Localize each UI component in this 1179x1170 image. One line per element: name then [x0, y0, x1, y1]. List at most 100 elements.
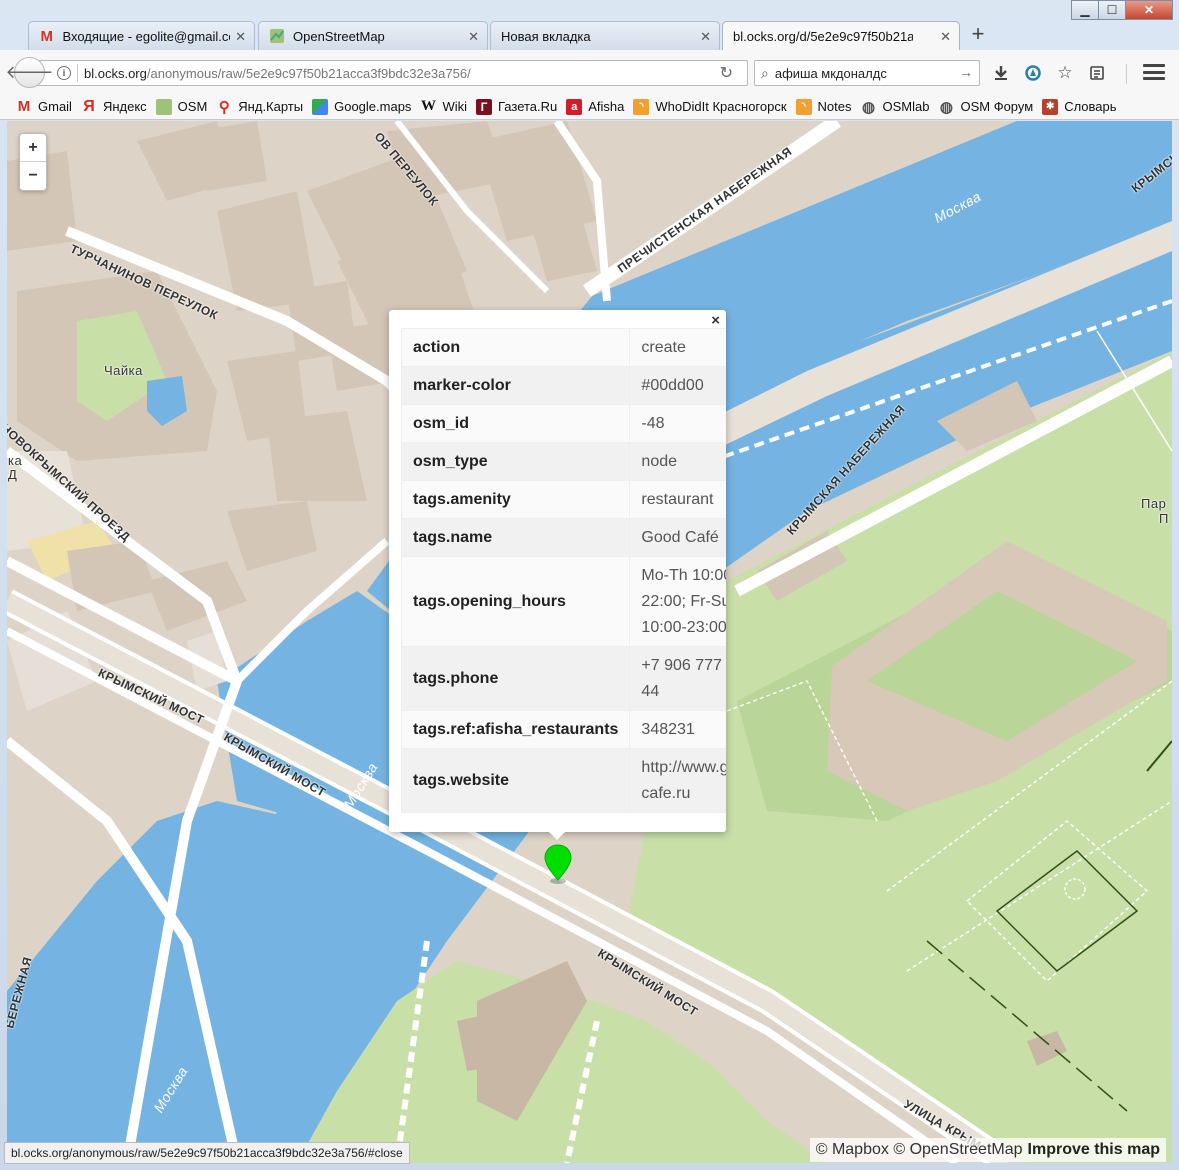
table-row: osm_type node [400, 442, 726, 481]
close-window-button[interactable]: ✕ [1125, 0, 1173, 20]
download-icon[interactable] [990, 62, 1012, 84]
maximize-button[interactable]: ☐ [1098, 0, 1126, 20]
window-controls: ▁ ☐ ✕ [1071, 0, 1173, 20]
globe-icon: ◍ [861, 98, 876, 116]
property-key: tags.amenity [400, 480, 631, 519]
close-icon[interactable]: ✕ [700, 29, 711, 45]
map-marker-icon[interactable] [544, 844, 572, 887]
search-bar[interactable]: ⌕ → [754, 60, 980, 86]
zoom-in-button[interactable]: + [20, 134, 46, 162]
bookmark-wiki[interactable]: W Wiki [420, 98, 467, 115]
table-row: tags.websitehttp://www.good-cafe.ru [400, 748, 726, 813]
map-pin-icon: ⚲ [218, 98, 230, 116]
property-value: Good Café [629, 518, 726, 557]
property-key: tags.ref:afisha_restaurants [400, 710, 631, 749]
bookmark-afisha[interactable]: a Afisha [566, 98, 625, 115]
new-tab-button[interactable]: + [966, 22, 990, 46]
divider [77, 64, 78, 82]
google-maps-icon [312, 98, 329, 115]
table-row: tags.amenity restaurant [400, 480, 726, 519]
info-icon[interactable]: i [57, 66, 71, 80]
tab-gmail[interactable]: M Входящие - egolite@gmail.co ✕ [28, 21, 255, 50]
back-button[interactable]: 🡐 [5, 57, 54, 88]
bookmark-label: Afisha [588, 99, 625, 114]
bookmark-yandex[interactable]: Я Яндекс [81, 97, 147, 115]
property-value: 348231 [629, 710, 726, 749]
bookmark-label: OSM Форум [960, 99, 1034, 114]
bookmark-dictionary[interactable]: ✱ Словарь [1042, 98, 1117, 115]
bookmark-label: Gmail [38, 99, 72, 114]
map[interactable]: ПРЕЧИСТЕНСКАЯ НАБЕРЕЖНАЯ ОВ ПЕРЕУЛОК ТУР… [7, 121, 1172, 1163]
property-value: -48 [629, 404, 726, 443]
url-path: /anonymous/raw/5e2e9c97f50b21acca3f9bdc3… [146, 65, 471, 81]
tab-label: Входящие - egolite@gmail.co [62, 28, 230, 44]
star-icon[interactable]: ☆ [1054, 62, 1076, 84]
tab-openstreetmap[interactable]: OpenStreetMap ✕ [258, 21, 488, 50]
bookmark-osmlab[interactable]: ◍ OSMlab [861, 98, 930, 116]
improve-map-link[interactable]: Improve this map [1028, 1141, 1160, 1159]
reload-icon[interactable]: ↻ [720, 63, 733, 83]
bookmark-yandex-maps[interactable]: ⚲ Янд.Карты [216, 98, 304, 116]
property-key: tags.phone [400, 646, 631, 711]
property-key: marker-color [400, 366, 631, 405]
arrow-right-icon[interactable]: → [959, 64, 973, 80]
mapbox-attribution[interactable]: © Mapbox [816, 1141, 889, 1159]
close-icon[interactable]: ✕ [940, 29, 951, 45]
bookmark-label: OSMlab [882, 99, 930, 114]
bookmark-label: Wiki [442, 99, 467, 114]
tab-label: OpenStreetMap [293, 28, 385, 44]
popup-tip [545, 828, 569, 840]
bookmark-osm[interactable]: OSM [155, 98, 208, 115]
close-icon[interactable]: ✕ [235, 29, 246, 45]
arrow-left-icon: 🡐 [5, 62, 54, 82]
osm-icon [155, 98, 172, 115]
place-label: ка [8, 453, 23, 468]
popup-content: action create marker-color #00dd00 osm_id -… [389, 310, 726, 832]
bookmark-osm-forum[interactable]: ◍ OSM Форум [938, 99, 1034, 116]
property-value: create [629, 328, 726, 367]
reading-list-icon[interactable] [1086, 62, 1108, 84]
popup-close-button[interactable]: × [711, 312, 720, 330]
bookmark-label: Янд.Карты [238, 99, 304, 114]
tab-new[interactable]: Новая вкладка ✕ [490, 21, 720, 50]
osm-attribution[interactable]: © OpenStreetMap [893, 1141, 1022, 1159]
status-bar: bl.ocks.org/anonymous/raw/5e2e9c97f50b21… [4, 1142, 410, 1164]
browser-window: M Входящие - egolite@gmail.co ✕ OpenStre… [0, 0, 1179, 1170]
gmail-icon: M [17, 98, 31, 115]
search-input[interactable] [774, 65, 945, 81]
rss-icon: ◝ [795, 98, 812, 115]
url-text: bl.ocks.org/anonymous/raw/5e2e9c97f50b21… [84, 66, 471, 81]
menu-icon[interactable] [1143, 62, 1165, 82]
table-row: tags.ref:afisha_restaurants 348231 [400, 710, 726, 749]
bookmark-label: Яндекс [102, 99, 147, 114]
bookmark-gazeta[interactable]: Г Газета.Ru [475, 98, 557, 115]
bookmark-whodidit[interactable]: ◝ WhoDidIt Красногорск [633, 98, 787, 115]
zoom-control: + − [19, 133, 47, 191]
toolbar-icons: ☆ [990, 62, 1108, 84]
minimize-button[interactable]: ▁ [1071, 0, 1099, 20]
bookmark-gmail[interactable]: M Gmail [16, 98, 72, 115]
property-key: action [400, 328, 631, 367]
bookmark-google-maps[interactable]: Google.maps [312, 98, 411, 115]
property-key: tags.website [400, 748, 631, 813]
property-value: http://www.good-cafe.ru [629, 748, 726, 813]
property-value: Mo-Th 10:00-22:00; Fr-Su 10:00-23:00 [629, 556, 726, 647]
rss-icon: ◝ [633, 98, 650, 115]
close-icon[interactable]: ✕ [468, 29, 479, 45]
tab-blocks-active[interactable]: bl.ocks.org/d/5e2e9c97f50b21acc ✕ [722, 21, 960, 50]
bookmark-label: OSM [177, 99, 208, 114]
yandex-icon: Я [83, 97, 95, 115]
bookmark-notes[interactable]: ◝ Notes [795, 98, 852, 115]
zoom-out-button[interactable]: − [20, 162, 46, 190]
table-row: tags.opening_hoursMo-Th 10:00-22:00; Fr-… [400, 556, 726, 647]
place-label: Чайка [104, 363, 143, 378]
gazeta-icon: Г [475, 98, 492, 115]
sync-icon[interactable] [1022, 62, 1044, 84]
property-key: tags.name [400, 518, 631, 557]
bookmark-label: WhoDidIt Красногорск [655, 99, 787, 114]
property-key: osm_type [400, 442, 631, 481]
bookmarks-bar: M Gmail Я Яндекс OSM ⚲ Янд.Карты Google.map… [0, 94, 1179, 120]
bookmark-label: Notes [817, 99, 852, 114]
address-bar[interactable]: i bl.ocks.org/anonymous/raw/5e2e9c97f50b… [30, 60, 748, 86]
tab-label: bl.ocks.org/d/5e2e9c97f50b21acc [733, 28, 913, 44]
